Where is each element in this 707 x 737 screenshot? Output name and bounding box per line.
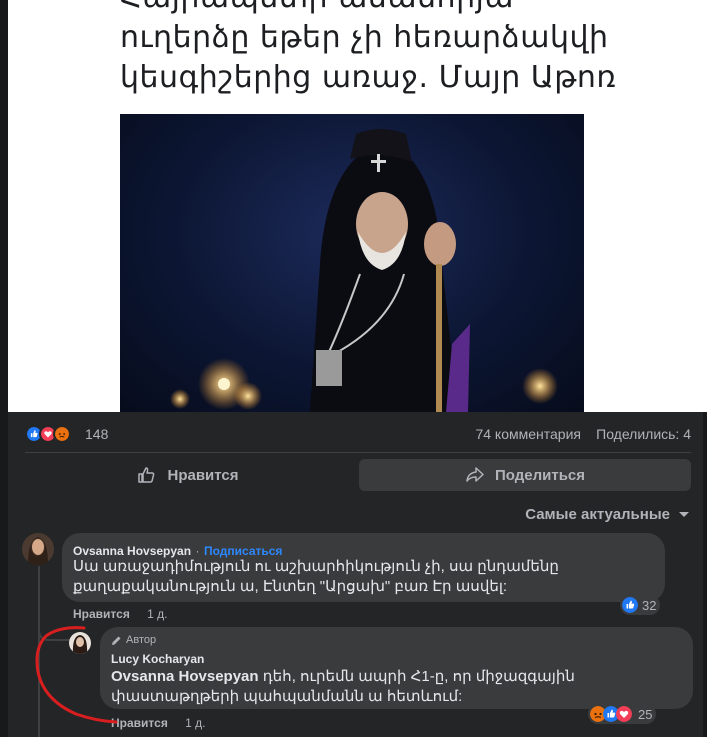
avatar-image — [22, 533, 54, 565]
reply-reaction-icons — [590, 706, 634, 722]
comment-text: Սա առաջադիմություն ու աշխարհիկություն չի… — [73, 558, 559, 595]
reaction-icons[interactable] — [25, 425, 85, 443]
comment-author[interactable]: Ovsanna Hovsepyan — [73, 544, 191, 558]
shares-count-link[interactable]: Поделились: 4 — [596, 426, 691, 442]
post-stats: 148 74 комментария Поделились: 4 — [25, 424, 691, 444]
article-headline: Հայրապետի անասորյա ուղերձը եթեր չի հեռար… — [120, 0, 640, 98]
avatar[interactable] — [22, 533, 54, 565]
article-photo[interactable] — [120, 114, 584, 412]
caret-down-icon — [679, 511, 689, 517]
comment-reactions-count: 32 — [642, 597, 657, 613]
share-icon — [466, 467, 484, 482]
article-preview[interactable]: Հայրապետի անասորյա ուղերձը եթեր չի հեռար… — [8, 0, 707, 412]
comments-count-link[interactable]: 74 комментария — [475, 426, 581, 442]
reactions-count[interactable]: 148 — [85, 426, 108, 442]
catholicos-photo-illustration — [170, 129, 558, 412]
headline-line: ուղերձը եթեր չի հեռարձակվի — [120, 20, 609, 55]
reply-reactions-count: 25 — [638, 706, 653, 722]
separator-dot: · — [195, 544, 200, 558]
reply-reactions-badge[interactable]: 25 — [588, 704, 657, 724]
comment-sort-dropdown[interactable]: Самые актуальные — [525, 506, 690, 523]
thumbs-up-icon — [138, 467, 155, 483]
reply-timestamp[interactable]: 1 д. — [185, 716, 205, 730]
comment-reactions-badge[interactable]: 32 — [620, 595, 661, 615]
reply-text: Ovsanna Hovsepyan դեհ, ուրեմն ապրի Հ1-ը,… — [111, 667, 689, 707]
like-reaction-icon — [622, 597, 638, 613]
headline-line: կեսգիշերից առաջ. Մայր Աթոռ — [120, 60, 617, 95]
love-reaction-icon — [616, 706, 632, 722]
share-button[interactable]: Поделиться — [359, 459, 691, 491]
like-button-label: Нравится — [167, 466, 239, 484]
comment-timestamp[interactable]: 1 д. — [147, 607, 167, 621]
share-button-label: Поделиться — [494, 466, 586, 484]
angry-reaction-icon — [53, 425, 71, 443]
like-button[interactable]: Нравится — [25, 459, 351, 491]
comment-bubble[interactable]: Ovsanna Hovsepyan · Подписаться Սա առաջա… — [62, 533, 665, 602]
follow-link[interactable]: Подписаться — [204, 544, 282, 558]
sort-label: Самые актуальные — [525, 506, 670, 523]
divider — [25, 452, 691, 453]
reply-bubble[interactable]: Автор Lucy Kocharyan Ovsanna Hovsepyan դ… — [100, 627, 693, 709]
red-annotation-stroke — [35, 626, 118, 724]
headline-line: Հայրապետի անասորյա — [120, 0, 640, 18]
